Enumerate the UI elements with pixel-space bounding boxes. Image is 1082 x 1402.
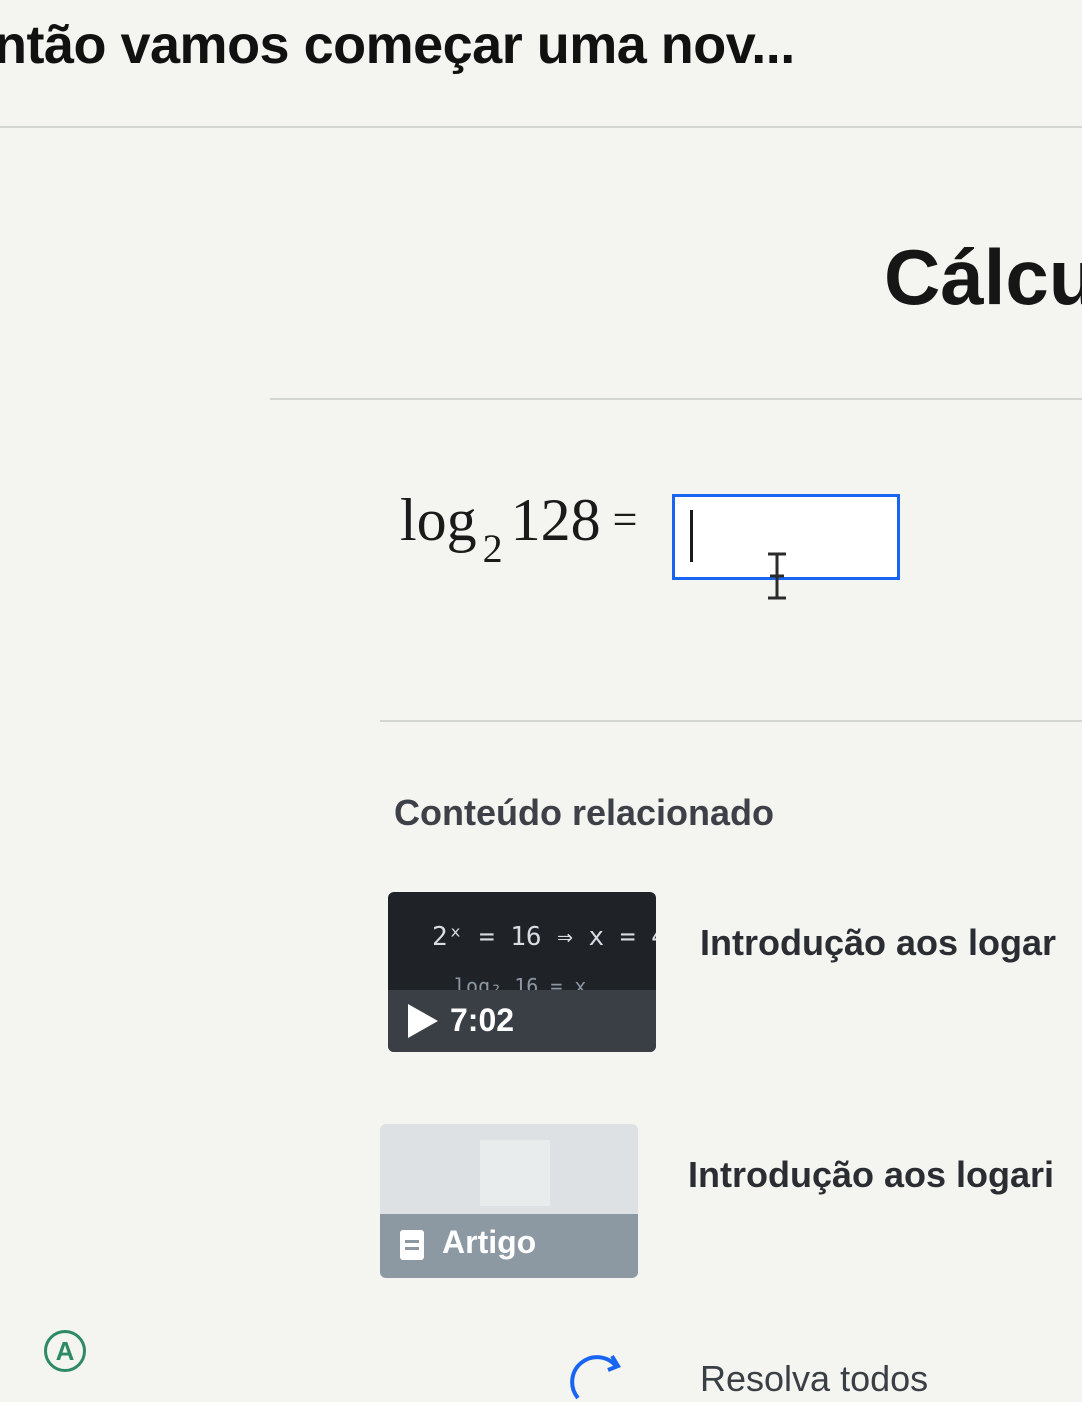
article-thumbnail[interactable]: Artigo: [380, 1124, 638, 1278]
refresh-icon[interactable]: [568, 1350, 628, 1402]
equals-sign: =: [612, 495, 638, 544]
text-cursor-icon: [768, 552, 786, 600]
log-base: 2: [482, 526, 503, 571]
exercise-expression: log 2 128 =: [400, 486, 638, 571]
related-content-title: Conteúdo relacionado: [394, 792, 775, 833]
content-divider: [380, 720, 1082, 722]
section-divider: [270, 398, 1082, 400]
footer-action-text[interactable]: Resolva todos: [700, 1358, 928, 1400]
play-icon: [408, 1004, 438, 1038]
video-info-bar: 7:02: [388, 990, 656, 1052]
article-label: Artigo: [442, 1224, 537, 1260]
user-avatar-icon[interactable]: A: [44, 1330, 86, 1372]
text-caret: [690, 510, 693, 562]
log-symbol: log: [400, 487, 477, 553]
related-item-title-article[interactable]: Introdução aos logari: [688, 1154, 1054, 1196]
video-duration: 7:02: [450, 1002, 515, 1038]
page-header-title: ntão vamos começar uma nov...: [0, 15, 795, 75]
thumbnail-equation: 2ˣ = 16 ⇒ x = 4: [432, 922, 656, 952]
log-argument: 128: [510, 487, 601, 553]
article-preview: [480, 1140, 550, 1206]
video-thumbnail[interactable]: 2ˣ = 16 ⇒ x = 4 log₂ 16 = x 7:02: [388, 892, 656, 1052]
article-info-bar: Artigo: [380, 1214, 638, 1278]
document-icon: [400, 1230, 424, 1260]
section-title: Cálcu: [884, 233, 1082, 321]
header-divider: [0, 126, 1082, 128]
related-item-title-video[interactable]: Introdução aos logar: [700, 922, 1056, 964]
